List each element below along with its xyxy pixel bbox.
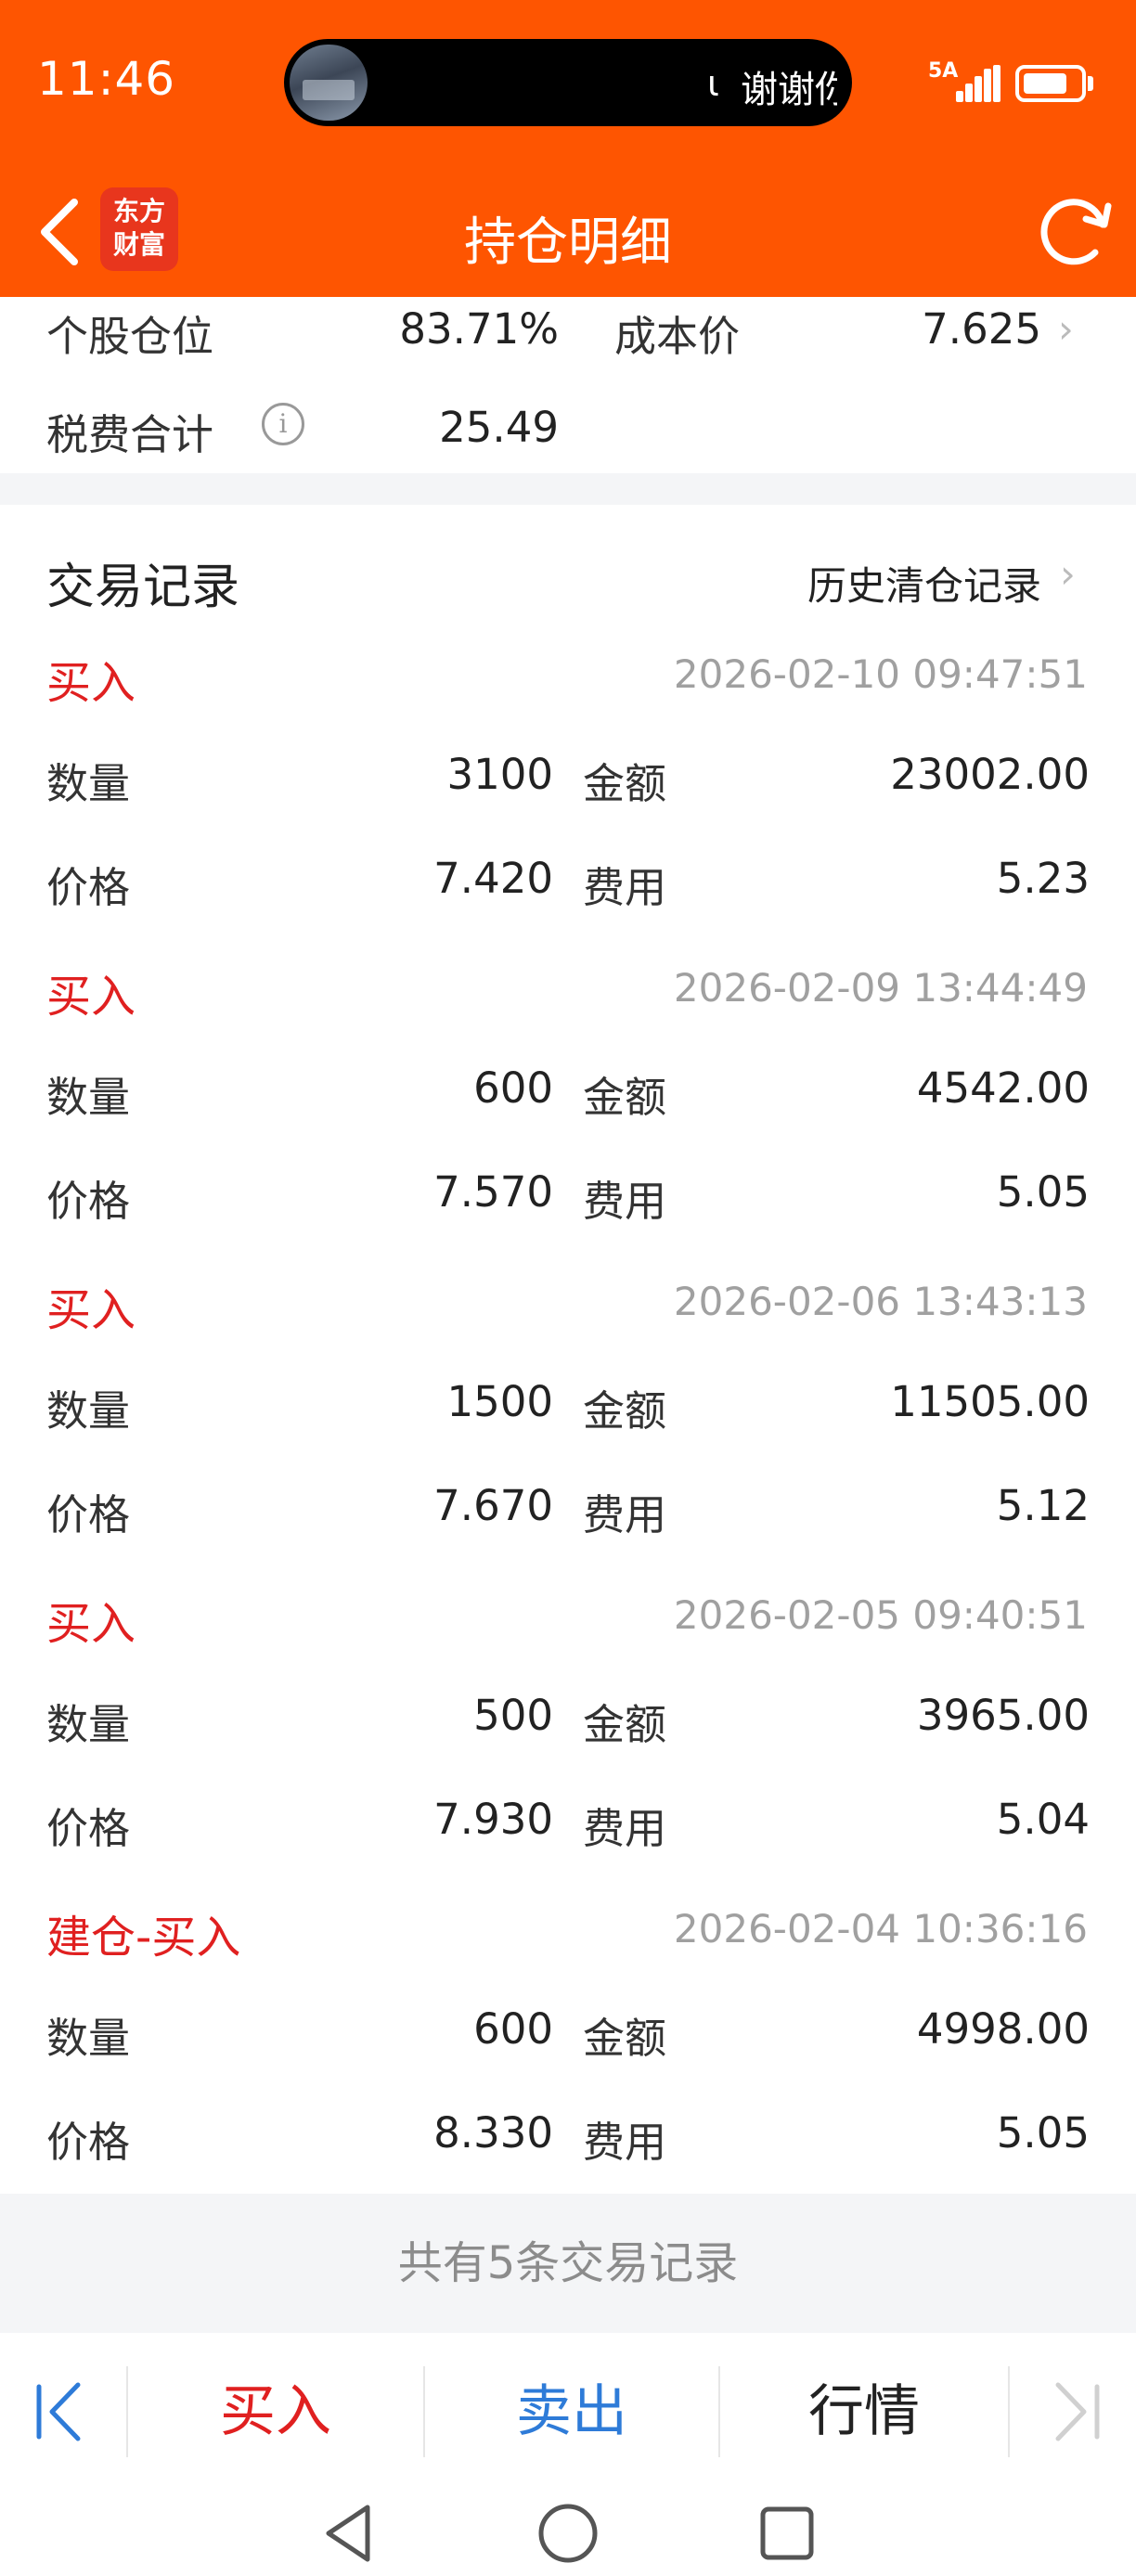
quantity-label: 数量	[46, 1073, 131, 1122]
trade-time: 2026-02-06 13:43:13	[673, 1279, 1088, 1324]
nav-recents-icon[interactable]	[754, 2500, 820, 2567]
quantity-label: 数量	[46, 1700, 131, 1749]
chevron-right-icon[interactable]: ›	[1058, 306, 1074, 352]
battery-cap	[1088, 76, 1093, 91]
price-label: 价格	[46, 1177, 131, 1226]
amount-value: 23002.00	[890, 750, 1090, 799]
battery-icon	[1015, 65, 1086, 102]
trade-time: 2026-02-09 13:44:49	[673, 965, 1088, 1011]
trade-time: 2026-02-04 10:36:16	[673, 1906, 1088, 1951]
trade-type: 买入	[46, 1284, 136, 1336]
price-label: 价格	[46, 863, 131, 912]
price-value: 7.420	[433, 854, 553, 903]
island-media-text: 谢谢你	[741, 69, 837, 111]
amount-label: 金额	[583, 759, 667, 808]
quantity-value: 3100	[446, 750, 553, 799]
fee-label: 费用	[583, 1490, 667, 1539]
trade-records-title: 交易记录	[46, 560, 240, 615]
position-ratio-value: 83.71%	[399, 304, 559, 354]
trade-type: 建仓-买入	[46, 1912, 241, 1964]
price-value: 7.670	[433, 1481, 553, 1530]
trade-type: 买入	[46, 657, 136, 709]
quantity-value: 600	[473, 2004, 553, 2054]
cost-price-label[interactable]: 成本价	[614, 303, 740, 363]
buy-button[interactable]: 买入	[128, 2333, 423, 2491]
price-label: 价格	[46, 2118, 131, 2167]
trade-record[interactable]: 买入 2026-02-10 09:47:51 数量 3100 金额 23002.00 价格 7…	[0, 646, 1136, 960]
app-header: 东方 财富 持仓明细	[0, 167, 1136, 297]
quantity-value: 500	[473, 1691, 553, 1740]
trade-record[interactable]: 建仓-买入 2026-02-04 10:36:16 数量 600 金额 4998.00 价格…	[0, 1900, 1136, 2214]
trade-record[interactable]: 买入 2026-02-09 13:44:49 数量 600 金额 4542.00 价格 7.5…	[0, 960, 1136, 1273]
amount-label: 金额	[583, 1073, 667, 1122]
price-value: 7.570	[433, 1167, 553, 1217]
top-bar: 11:46 ɩ 谢谢你 5A 东方 财富 持仓明细	[0, 0, 1136, 297]
audio-wave-icon: ɩ	[707, 63, 719, 104]
trade-record[interactable]: 买入 2026-02-05 09:40:51 数量 500 金额 3965.00 价格 7.9…	[0, 1587, 1136, 1900]
cost-price-value[interactable]: 7.625	[835, 304, 1041, 354]
refresh-icon	[1040, 199, 1112, 265]
info-icon[interactable]: i	[262, 403, 304, 445]
media-thumbnail	[290, 45, 368, 121]
nav-back-icon[interactable]	[316, 2500, 382, 2567]
amount-label: 金额	[583, 1700, 667, 1749]
trade-type: 买入	[46, 1598, 136, 1650]
refresh-button[interactable]	[1030, 187, 1119, 277]
status-time: 11:46	[37, 52, 176, 106]
history-clear-records-link[interactable]: 历史清仓记录	[807, 555, 1041, 612]
price-value: 7.930	[433, 1795, 553, 1844]
quote-button[interactable]: 行情	[720, 2333, 1008, 2491]
amount-label: 金额	[583, 2014, 667, 2063]
price-label: 价格	[46, 1490, 131, 1539]
total-fee-label: 税费合计	[46, 410, 214, 459]
records-count-note: 共有5条交易记录	[0, 2194, 1136, 2333]
amount-value: 3965.00	[916, 1691, 1090, 1740]
skip-last-icon	[1055, 2382, 1100, 2441]
fee-value: 5.12	[996, 1481, 1090, 1530]
last-stock-button[interactable]	[1010, 2333, 1136, 2491]
status-bar: 11:46 ɩ 谢谢你 5A	[0, 0, 1136, 167]
quantity-value: 600	[473, 1063, 553, 1113]
price-label: 价格	[46, 1804, 131, 1853]
dynamic-island[interactable]: ɩ 谢谢你	[284, 39, 852, 126]
trade-records-section: 交易记录 历史清仓记录 › 买入 2026-02-10 09:47:51 数量 310…	[0, 505, 1136, 2194]
trade-record[interactable]: 买入 2026-02-06 13:43:13 数量 1500 金额 11505.00 价格 7…	[0, 1273, 1136, 1587]
sell-button[interactable]: 卖出	[425, 2333, 718, 2491]
page-title: 持仓明细	[464, 213, 672, 273]
fee-value: 5.04	[996, 1795, 1090, 1844]
nav-home-icon[interactable]	[535, 2500, 601, 2567]
chevron-right-icon[interactable]: ›	[1060, 551, 1076, 597]
amount-value: 11505.00	[890, 1377, 1090, 1426]
quantity-label: 数量	[46, 2014, 131, 2063]
network-type-label: 5A	[928, 59, 959, 83]
first-stock-button[interactable]	[0, 2333, 126, 2491]
signal-strength-icon	[956, 65, 1000, 102]
fee-label: 费用	[583, 863, 667, 912]
fee-value: 5.05	[996, 2108, 1090, 2157]
battery-level	[1024, 73, 1066, 94]
fee-value: 5.23	[996, 854, 1090, 903]
fee-label: 费用	[583, 2118, 667, 2167]
fee-label: 费用	[583, 1804, 667, 1853]
position-ratio-label: 个股仓位	[46, 312, 214, 361]
section-divider	[0, 473, 1136, 505]
total-fee-value: 25.49	[439, 403, 559, 452]
amount-value: 4998.00	[916, 2004, 1090, 2054]
fee-value: 5.05	[996, 1167, 1090, 1217]
trade-time: 2026-02-10 09:47:51	[673, 651, 1088, 697]
amount-label: 金额	[583, 1386, 667, 1436]
quantity-label: 数量	[46, 1386, 131, 1436]
quantity-value: 1500	[446, 1377, 553, 1426]
trade-type: 买入	[46, 971, 136, 1023]
fee-label: 费用	[583, 1177, 667, 1226]
skip-first-icon	[36, 2382, 81, 2441]
system-nav-bar	[0, 2491, 1136, 2576]
price-value: 8.330	[433, 2108, 553, 2157]
bottom-action-bar: 买入 卖出 行情	[0, 2333, 1136, 2491]
amount-value: 4542.00	[916, 1063, 1090, 1113]
position-summary: 个股仓位 83.71% 成本价 7.625 › 税费合计 i 25.49	[0, 297, 1136, 473]
quantity-label: 数量	[46, 759, 131, 808]
trade-time: 2026-02-05 09:40:51	[673, 1592, 1088, 1638]
